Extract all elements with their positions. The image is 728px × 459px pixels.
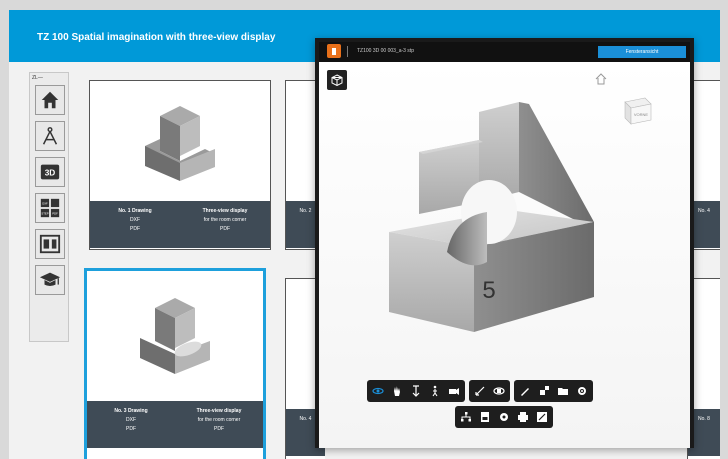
model-thumbnail-image	[140, 298, 210, 374]
measure-icon	[475, 386, 485, 396]
model-browser-icon	[558, 388, 568, 395]
graduation-cap-icon	[39, 272, 61, 286]
card-drawing-col[interactable]: No. 3 Drawing DXF PDF	[87, 401, 175, 448]
viewer-app-icon	[327, 44, 341, 58]
3d-viewer-window[interactable]: TZ100 3D 00 003_a-3 stp Fensteransicht V…	[315, 38, 694, 448]
sidebar-item-formats[interactable]: DXF STEP PDF	[35, 193, 65, 223]
print-icon	[518, 412, 528, 422]
3d-icon: 3D	[40, 164, 60, 180]
model-view-toggle-button[interactable]	[327, 70, 347, 90]
measure-tool-button[interactable]	[473, 384, 487, 398]
card-format-dxf[interactable]: DXF	[94, 216, 176, 225]
structure-icon	[461, 412, 471, 422]
explode-icon	[540, 386, 549, 395]
navigation-cube[interactable]: VORNE	[619, 92, 655, 128]
3d-canvas[interactable]: VORNE 5	[319, 62, 690, 448]
card-thumbnail	[90, 81, 270, 201]
window-view-button[interactable]: Fensteransicht	[598, 46, 686, 58]
card-threeview-title: Three-view display	[202, 208, 248, 214]
card-threeview-sub: for the room corner	[197, 417, 241, 423]
viewer-titlebar: TZ100 3D 00 003_a-3 stp Fensteransicht	[319, 42, 690, 62]
analysis-tools-group	[469, 380, 510, 402]
walk-icon	[432, 385, 438, 397]
viewer-filename: TZ100 3D 00 003_a-3 stp	[357, 48, 414, 54]
card-threeview-pdf[interactable]: PDF	[179, 425, 259, 434]
titlebar-divider	[347, 46, 348, 57]
drawing-card-1[interactable]: No. 1 Drawing DXF PDF Three-view display…	[89, 80, 271, 250]
card-threeview-title: Three-view display	[196, 408, 242, 414]
orbit-icon	[372, 387, 384, 395]
markup-tool-button[interactable]	[518, 384, 532, 398]
section-icon	[493, 387, 505, 395]
card-threeview-col[interactable]: Three-view display for the room corner P…	[180, 201, 270, 248]
zoom-icon	[412, 385, 420, 397]
pan-icon	[394, 386, 400, 396]
viewer-toolbar-secondary	[455, 406, 553, 428]
sidebar-item-learn[interactable]	[35, 265, 65, 295]
pan-tool-button[interactable]	[390, 384, 404, 398]
card-drawing-col[interactable]: No. 1 Drawing DXF PDF	[90, 201, 180, 248]
viewer-toolbar-main	[367, 380, 593, 402]
home-view-icon[interactable]	[594, 72, 608, 86]
explode-tool-button[interactable]	[537, 384, 551, 398]
zoom-tool-button[interactable]	[409, 384, 423, 398]
fullscreen-icon	[537, 412, 547, 422]
card-format-pdf[interactable]: PDF	[91, 425, 171, 434]
file-formats-icon: DXF STEP PDF	[40, 198, 60, 218]
navcube-face-label: VORNE	[634, 112, 649, 117]
drawing-card-3[interactable]: No. 3 Drawing DXF PDF Three-view display…	[84, 268, 266, 459]
sidebar-item-drawing[interactable]	[35, 121, 65, 151]
page-title: TZ 100 Spatial imagination with three-vi…	[37, 32, 276, 43]
app-frame: TZ 100 Spatial imagination with three-vi…	[9, 10, 720, 459]
properties-icon	[481, 412, 489, 422]
3d-model-part-5: 5	[389, 102, 594, 332]
settings-tool-button[interactable]	[575, 384, 589, 398]
settings-gear-icon	[500, 413, 508, 421]
card-threeview-col[interactable]: Three-view display for the room corner P…	[175, 401, 263, 448]
document-tools-group	[455, 406, 553, 428]
card-format-pdf[interactable]: PDF	[94, 225, 176, 234]
sidebar-item-3d[interactable]: 3D	[35, 157, 65, 187]
sidebar-item-home[interactable]	[35, 85, 65, 115]
settings-icon	[578, 387, 586, 395]
camera-tool-button[interactable]	[447, 384, 461, 398]
fullscreen-button[interactable]	[535, 410, 549, 424]
walk-tool-button[interactable]	[428, 384, 442, 398]
format-dxf-label: DXF	[42, 201, 48, 205]
card-title: No. 1 Drawing	[118, 208, 152, 214]
model-label: 5	[482, 277, 495, 304]
model-thumbnail-image	[145, 106, 215, 181]
sidebar: ZL— 3D DXF STEP PDF	[29, 72, 69, 342]
card-threeview-sub: for the room corner	[203, 217, 247, 223]
compass-icon	[42, 127, 58, 145]
card-thumbnail	[87, 271, 263, 401]
structure-button[interactable]	[459, 410, 473, 424]
sidebar-3d-label: 3D	[45, 169, 56, 178]
sidebar-item-views[interactable]	[35, 229, 65, 259]
card-info: No. 3 Drawing DXF PDF Three-view display…	[87, 401, 263, 448]
properties-button[interactable]	[478, 410, 492, 424]
print-button[interactable]	[516, 410, 530, 424]
markup-icon	[521, 388, 529, 396]
card-info: No. 1 Drawing DXF PDF Three-view display…	[90, 201, 270, 248]
section-tool-button[interactable]	[492, 384, 506, 398]
format-pdf-label: PDF	[52, 211, 58, 215]
camera-icon	[449, 388, 459, 395]
settings-gear-button[interactable]	[497, 410, 511, 424]
orbit-tool-button[interactable]	[371, 384, 385, 398]
views-icon	[39, 234, 61, 254]
navigation-tools-group	[367, 380, 465, 402]
cube-icon	[331, 74, 343, 86]
card-threeview-pdf[interactable]: PDF	[184, 225, 266, 234]
model-browser-button[interactable]	[556, 384, 570, 398]
format-step-label: STEP	[41, 211, 48, 215]
sidebar-logo: ZL—	[32, 75, 43, 81]
home-icon	[41, 91, 59, 109]
card-format-dxf[interactable]: DXF	[91, 416, 171, 425]
model-tools-group	[514, 380, 593, 402]
card-title: No. 3 Drawing	[114, 408, 148, 414]
